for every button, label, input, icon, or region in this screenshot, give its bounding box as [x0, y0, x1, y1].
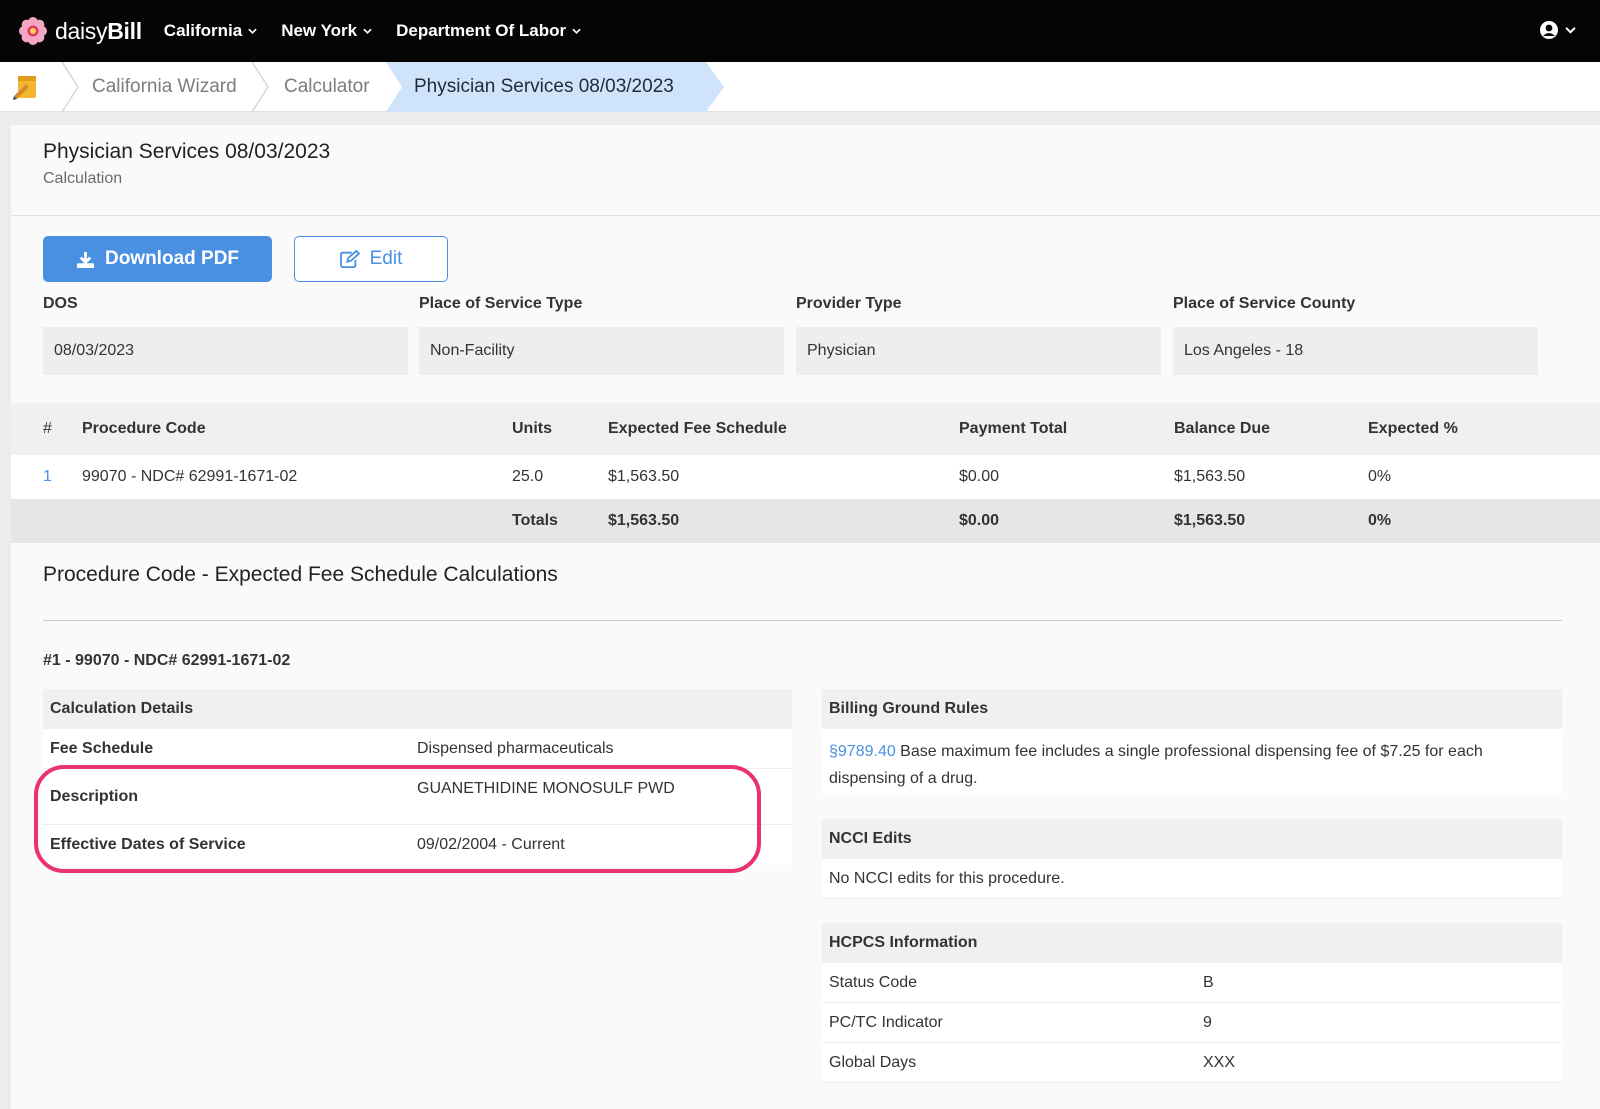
- download-pdf-label: Download PDF: [104, 248, 240, 269]
- hcpcs-value: 9: [1203, 1014, 1212, 1031]
- hcpcs-key: Status Code: [829, 974, 918, 991]
- ground-rules-description: Base maximum fee includes a single profe…: [829, 743, 1483, 787]
- download-pdf-button[interactable]: Download PDF: [43, 236, 272, 282]
- column-header-units: Units: [512, 420, 552, 437]
- totals-row: Totals $1,563.50 $0.00 $1,563.50 0%: [11, 499, 1600, 543]
- expected-pct-cell: 0%: [1368, 468, 1392, 485]
- hcpcs-information-header: HCPCS Information: [822, 923, 1562, 963]
- column-header-payment-total: Payment Total: [959, 420, 1068, 437]
- download-icon: [76, 251, 95, 268]
- hcpcs-key: PC/TC Indicator: [829, 1014, 943, 1031]
- provider-type-label: Provider Type: [796, 295, 902, 312]
- nav-menu-label: New York: [281, 21, 358, 40]
- divider: [43, 620, 1562, 621]
- detail-row-effective-dates: Effective Dates of Service 09/02/2004 - …: [43, 825, 792, 865]
- hcpcs-value: XXX: [1203, 1054, 1236, 1071]
- hcpcs-key: Global Days: [829, 1054, 917, 1071]
- breadcrumb-separator: [61, 62, 79, 112]
- billing-ground-rules-text: §9789.40 Base maximum fee includes a sin…: [822, 729, 1562, 795]
- place-of-service-county-label: Place of Service County: [1173, 295, 1356, 312]
- ncci-edits-row: No NCCI edits for this procedure.: [822, 859, 1562, 899]
- dos-field: 08/03/2023: [43, 327, 408, 375]
- detail-key: Description: [50, 788, 139, 805]
- breadcrumb-physician-services[interactable]: Physician Services 08/03/2023: [414, 62, 674, 112]
- nav-menu-department-of-labor[interactable]: Department Of Labor: [396, 21, 581, 41]
- balance-due-cell: $1,563.50: [1174, 468, 1246, 485]
- ncci-edits-header: NCCI Edits: [822, 819, 1562, 859]
- column-header-number: #: [43, 420, 52, 437]
- chevron-down-icon: [572, 28, 581, 34]
- hcpcs-value: B: [1203, 974, 1214, 991]
- brand-name: daisyBill: [55, 17, 142, 44]
- totals-payment-total: $0.00: [959, 512, 1000, 529]
- breadcrumb-calculator[interactable]: Calculator: [284, 62, 370, 112]
- calculation-panel: Physician Services 08/03/2023 Calculatio…: [11, 125, 1600, 1109]
- user-account-icon: [1540, 21, 1558, 39]
- detail-value: 09/02/2004 - Current: [417, 836, 565, 853]
- column-header-expected-pct: Expected %: [1368, 420, 1458, 437]
- top-nav: daisyBill California New York Department…: [0, 0, 1600, 62]
- column-header-balance-due: Balance Due: [1174, 420, 1271, 437]
- brand-logo[interactable]: daisyBill: [18, 16, 142, 46]
- chevron-down-icon: [363, 28, 372, 34]
- detail-value: GUANETHIDINE MONOSULF PWD: [417, 780, 675, 797]
- detail-key: Fee Schedule: [50, 740, 154, 757]
- place-of-service-county-field: Los Angeles - 18: [1173, 327, 1538, 375]
- totals-label: Totals: [512, 512, 558, 529]
- page-subtitle: Calculation: [43, 170, 123, 187]
- procedure-table-header: # Procedure Code Units Expected Fee Sche…: [11, 403, 1600, 455]
- place-of-service-type-label: Place of Service Type: [419, 295, 583, 312]
- column-header-procedure-code: Procedure Code: [82, 420, 206, 437]
- totals-expected-pct: 0%: [1368, 512, 1392, 529]
- calculation-details-header: Calculation Details: [43, 689, 792, 729]
- breadcrumb-california-wizard[interactable]: California Wizard: [92, 62, 237, 112]
- edit-button[interactable]: Edit: [294, 236, 448, 282]
- user-menu[interactable]: [1539, 20, 1576, 40]
- daisy-flower-icon: [19, 17, 47, 45]
- hcpcs-row-pc-tc-indicator: PC/TC Indicator 9: [822, 1003, 1562, 1043]
- column-header-expected-fee: Expected Fee Schedule: [608, 420, 787, 437]
- procedure-code-cell: 99070 - NDC# 62991-1671-02: [82, 468, 298, 485]
- nav-menu-california[interactable]: California: [164, 21, 257, 41]
- notepad-pencil-icon: [13, 76, 36, 100]
- detail-key: Effective Dates of Service: [50, 836, 246, 853]
- chevron-down-icon: [1565, 27, 1576, 34]
- ncci-edits-text: No NCCI edits for this procedure.: [829, 870, 1065, 887]
- units-cell: 25.0: [512, 468, 544, 485]
- nav-menu-label: Department Of Labor: [396, 21, 567, 40]
- billing-ground-rules-header: Billing Ground Rules: [822, 689, 1562, 729]
- table-row: 1 99070 - NDC# 62991-1671-02 25.0 $1,563…: [11, 455, 1600, 499]
- provider-type-field: Physician: [796, 327, 1161, 375]
- detail-row-fee-schedule: Fee Schedule Dispensed pharmaceuticals: [43, 729, 792, 769]
- totals-expected-fee: $1,563.50: [608, 512, 680, 529]
- edit-label: Edit: [369, 248, 403, 269]
- expected-fee-cell: $1,563.50: [608, 468, 680, 485]
- chevron-down-icon: [248, 28, 257, 34]
- payment-total-cell: $0.00: [959, 468, 1000, 485]
- hcpcs-row-global-days: Global Days XXX: [822, 1043, 1562, 1083]
- place-of-service-type-field: Non-Facility: [419, 327, 784, 375]
- breadcrumb: California Wizard Calculator Physician S…: [0, 62, 1600, 112]
- nav-menu-new-york[interactable]: New York: [281, 21, 372, 41]
- procedure-item-title: #1 - 99070 - NDC# 62991-1671-02: [43, 652, 291, 669]
- detail-value: Dispensed pharmaceuticals: [417, 740, 614, 757]
- totals-balance-due: $1,563.50: [1174, 512, 1246, 529]
- detail-row-description: Description GUANETHIDINE MONOSULF PWD: [43, 769, 792, 825]
- divider: [11, 215, 1600, 216]
- edit-pencil-icon: [339, 250, 360, 268]
- row-number-link[interactable]: 1: [43, 455, 52, 499]
- section-title: Procedure Code - Expected Fee Schedule C…: [43, 563, 558, 586]
- page-title: Physician Services 08/03/2023: [43, 140, 331, 163]
- hcpcs-row-status-code: Status Code B: [822, 963, 1562, 1003]
- dos-label: DOS: [43, 295, 78, 312]
- regulation-link[interactable]: §9789.40: [829, 743, 896, 760]
- breadcrumb-home[interactable]: [12, 74, 40, 105]
- nav-menu-label: California: [163, 21, 243, 40]
- breadcrumb-separator: [251, 62, 269, 112]
